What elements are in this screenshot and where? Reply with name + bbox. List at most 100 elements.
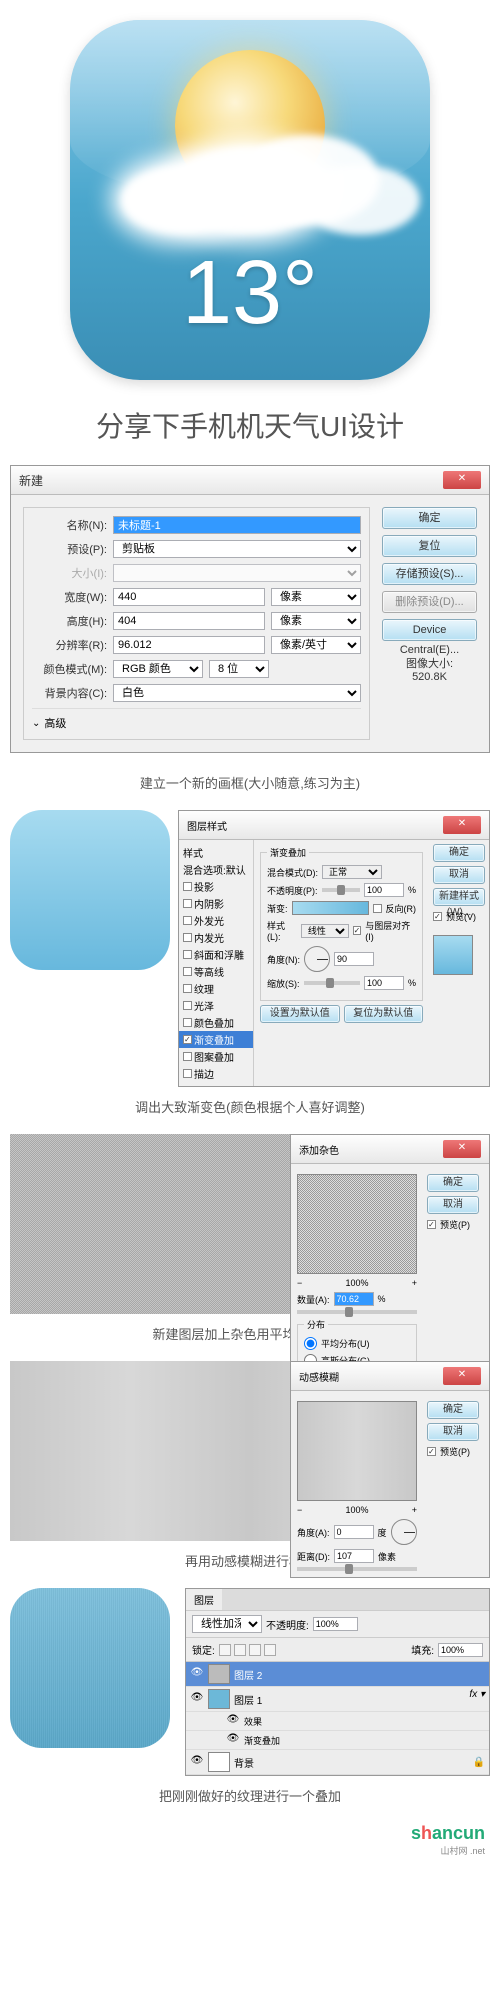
cloud-graphic — [110, 115, 390, 245]
close-icon[interactable]: ✕ — [443, 471, 481, 489]
mb-dist-slider[interactable] — [297, 1567, 417, 1571]
name-input[interactable] — [113, 516, 361, 534]
device-central-button[interactable]: Device Central(E)... — [382, 619, 477, 641]
ls-item-selected[interactable]: 渐变叠加 — [179, 1031, 253, 1048]
resolution-input[interactable] — [113, 636, 265, 654]
preview-checkbox[interactable] — [433, 912, 442, 921]
ok-button[interactable]: 确定 — [382, 507, 477, 529]
colormode-select[interactable]: RGB 颜色 — [113, 660, 203, 678]
dialog-buttons: 确定 复位 存储预设(S)... 删除预设(D)... Device Centr… — [382, 507, 477, 740]
resolution-label: 分辨率(R): — [32, 637, 107, 653]
layer-opacity-input[interactable] — [313, 1617, 358, 1631]
advanced-toggle[interactable]: ⌄ 高级 — [32, 708, 361, 731]
caption-5: 把刚刚做好的纹理进行一个叠加 — [0, 1776, 500, 1823]
visibility-icon[interactable]: 👁 — [226, 1714, 240, 1728]
blend-mode-select[interactable]: 正常 — [322, 865, 382, 879]
cancel-button[interactable]: 取消 — [427, 1423, 479, 1441]
ls-item[interactable]: 混合选项:默认 — [179, 861, 253, 878]
preview-checkbox[interactable] — [427, 1220, 436, 1229]
close-icon[interactable]: ✕ — [443, 1367, 481, 1385]
fx-row[interactable]: 👁 效果 — [186, 1712, 489, 1731]
new-style-button[interactable]: 新建样式(W)... — [433, 888, 485, 906]
gradient-picker[interactable] — [292, 901, 369, 915]
lock-pixels-icon[interactable] — [234, 1644, 246, 1656]
cancel-button[interactable]: 取消 — [427, 1196, 479, 1214]
preview-checkbox[interactable] — [427, 1447, 436, 1456]
lock-transparency-icon[interactable] — [219, 1644, 231, 1656]
zoom-out-button[interactable]: − — [297, 1278, 302, 1288]
cancel-button[interactable]: 取消 — [433, 866, 485, 884]
visibility-icon[interactable]: 👁 — [190, 1667, 204, 1681]
name-label: 名称(N): — [32, 517, 107, 533]
save-preset-button[interactable]: 存储预设(S)... — [382, 563, 477, 585]
resolution-unit-select[interactable]: 像素/英寸 — [271, 636, 361, 654]
zoom-in-button[interactable]: + — [412, 1505, 417, 1515]
layer-style-dialog: 图层样式 ✕ 样式 混合选项:默认 投影 内阴影 外发光 内发光 斜面和浮雕 等… — [178, 810, 490, 1087]
ok-button[interactable]: 确定 — [427, 1401, 479, 1419]
ls-item[interactable]: 外发光 — [179, 912, 253, 929]
ls-item[interactable]: 斜面和浮雕 — [179, 946, 253, 963]
dialog-title: 新建 — [19, 472, 43, 489]
reset-default-button[interactable]: 复位为默认值 — [344, 1005, 424, 1023]
ls-item[interactable]: 图案叠加 — [179, 1048, 253, 1065]
visibility-icon[interactable]: 👁 — [190, 1692, 204, 1706]
ok-button[interactable]: 确定 — [433, 844, 485, 862]
height-input[interactable] — [113, 612, 265, 630]
height-unit-select[interactable]: 像素 — [271, 612, 361, 630]
amount-input[interactable] — [334, 1292, 374, 1306]
layer-row[interactable]: 👁 背景 🔒 — [186, 1750, 489, 1775]
ok-button[interactable]: 确定 — [427, 1174, 479, 1192]
preset-select[interactable]: 剪贴板 — [113, 540, 361, 558]
ls-item[interactable]: 样式 — [179, 844, 253, 861]
chevron-icon: ⌄ — [32, 718, 40, 729]
amount-slider[interactable] — [297, 1310, 417, 1314]
lock-position-icon[interactable] — [249, 1644, 261, 1656]
visibility-icon[interactable]: 👁 — [226, 1733, 240, 1747]
width-unit-select[interactable]: 像素 — [271, 588, 361, 606]
depth-select[interactable]: 8 位 — [209, 660, 269, 678]
fx-item-row[interactable]: 👁 渐变叠加 — [186, 1731, 489, 1750]
angle-input[interactable] — [334, 952, 374, 966]
ls-item[interactable]: 等高线 — [179, 963, 253, 980]
angle-dial[interactable] — [304, 946, 330, 972]
ls-item[interactable]: 光泽 — [179, 997, 253, 1014]
ls-item[interactable]: 内阴影 — [179, 895, 253, 912]
close-icon[interactable]: ✕ — [443, 1140, 481, 1158]
layer-row[interactable]: 👁 图层 1 fx ▾ — [186, 1687, 489, 1712]
ls-item[interactable]: 颜色叠加 — [179, 1014, 253, 1031]
layers-tab[interactable]: 图层 — [186, 1589, 222, 1610]
lock-icons — [219, 1644, 276, 1656]
mb-angle-dial[interactable] — [391, 1519, 417, 1545]
ls-item[interactable]: 纹理 — [179, 980, 253, 997]
zoom-out-button[interactable]: − — [297, 1505, 302, 1515]
opacity-slider[interactable] — [322, 888, 360, 892]
layer-row[interactable]: 👁 图层 2 — [186, 1662, 489, 1687]
mb-angle-input[interactable] — [334, 1525, 374, 1539]
reset-button[interactable]: 复位 — [382, 535, 477, 557]
close-icon[interactable]: ✕ — [443, 816, 481, 834]
overlay-step: 图层 线性加深 不透明度: 锁定: 填充: 👁 图层 2 👁 — [0, 1588, 500, 1776]
bg-select[interactable]: 白色 — [113, 684, 361, 702]
blend-mode-select[interactable]: 线性加深 — [192, 1615, 262, 1633]
uniform-radio[interactable] — [304, 1337, 317, 1350]
set-default-button[interactable]: 设置为默认值 — [260, 1005, 340, 1023]
scale-input[interactable] — [364, 976, 404, 990]
ls-item[interactable]: 内发光 — [179, 929, 253, 946]
fx-badge[interactable]: fx ▾ — [469, 1689, 485, 1709]
opacity-input[interactable] — [364, 883, 404, 897]
mb-dist-input[interactable] — [334, 1549, 374, 1563]
scale-slider[interactable] — [304, 981, 360, 985]
weather-app-icon: 13° — [70, 20, 430, 380]
grad-style-select[interactable]: 线性 — [301, 924, 349, 938]
noise-title: 添加杂色 — [299, 1142, 339, 1157]
tutorial-title: 分享下手机机天气UI设计 — [0, 390, 500, 465]
zoom-in-button[interactable]: + — [412, 1278, 417, 1288]
visibility-icon[interactable]: 👁 — [190, 1755, 204, 1769]
ls-item[interactable]: 投影 — [179, 878, 253, 895]
fill-input[interactable] — [438, 1643, 483, 1657]
lock-all-icon[interactable] — [264, 1644, 276, 1656]
width-input[interactable] — [113, 588, 265, 606]
ls-item[interactable]: 描边 — [179, 1065, 253, 1082]
size-label: 大小(I): — [32, 565, 107, 581]
colormode-label: 颜色模式(M): — [32, 661, 107, 677]
